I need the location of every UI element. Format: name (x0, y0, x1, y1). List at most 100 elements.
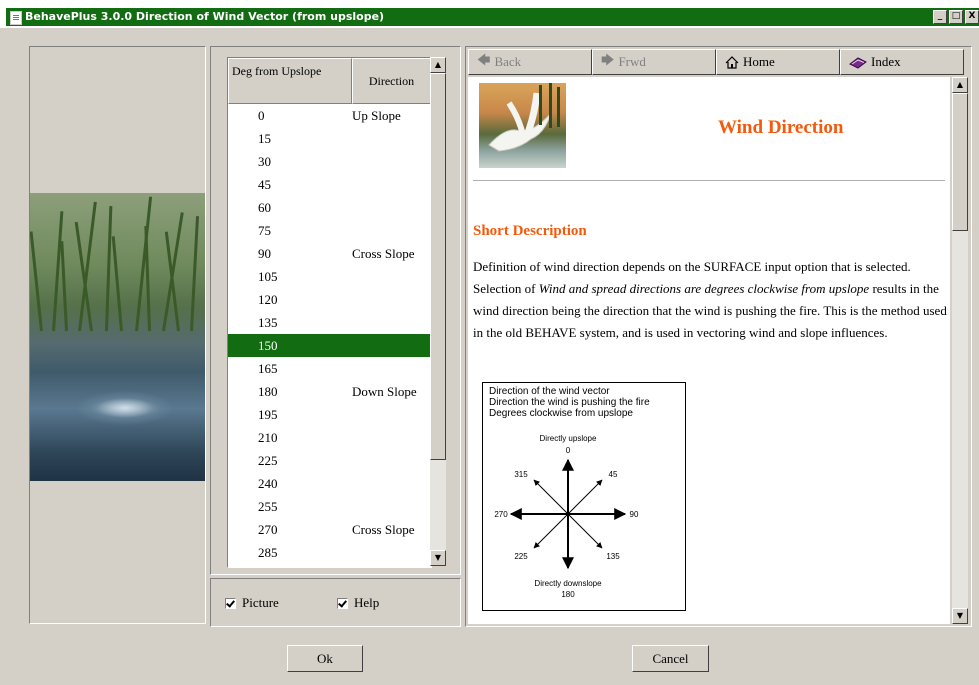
table-row[interactable]: 270 Cross Slope (228, 518, 431, 541)
table-row[interactable]: 45 (228, 173, 431, 196)
home-label: Home (743, 54, 775, 69)
direction-cell (352, 196, 431, 219)
direction-cell (352, 265, 431, 288)
help-scrollbar[interactable]: ▲ ▼ (952, 77, 968, 624)
picture-label: Picture (242, 595, 279, 610)
table-row[interactable]: 225 (228, 449, 431, 472)
help-checkbox[interactable]: Help (337, 595, 379, 611)
scroll-down-icon[interactable]: ▼ (952, 608, 968, 624)
deg-cell: 270 (258, 522, 278, 537)
table-row[interactable]: 90 Cross Slope (228, 242, 431, 265)
help-browser: 🡄 Back 🡆 Frwd Home Index Wind Direction … (465, 46, 972, 627)
deg-cell: 240 (258, 476, 278, 491)
cancel-button[interactable]: Cancel (632, 645, 709, 672)
angle-270-label: 270 (494, 510, 508, 519)
table-row[interactable]: 0 Up Slope (228, 104, 431, 127)
direction-cell (352, 334, 431, 357)
column-header-direction[interactable]: Direction (352, 58, 431, 104)
direction-cell (352, 219, 431, 242)
scroll-down-icon[interactable]: ▼ (430, 550, 446, 566)
options-panel: Picture Help (210, 578, 461, 627)
scroll-up-icon[interactable]: ▲ (430, 57, 446, 73)
table-row[interactable]: 210 (228, 426, 431, 449)
direction-cell (352, 357, 431, 380)
table-row[interactable]: 165 (228, 357, 431, 380)
direction-cell (352, 449, 431, 472)
upslope-label: Directly upslope (540, 434, 597, 443)
table-header: Deg from Upslope Direction (228, 58, 431, 104)
table-row[interactable]: 75 (228, 219, 431, 242)
picture-checkbox[interactable]: Picture (225, 595, 279, 611)
direction-cell (352, 426, 431, 449)
deg-cell: 285 (258, 545, 278, 560)
direction-cell (352, 403, 431, 426)
deg-cell: 210 (258, 430, 278, 445)
table-row[interactable]: 30 (228, 150, 431, 173)
direction-cell (352, 127, 431, 150)
angle-45-label: 45 (609, 470, 618, 479)
close-icon[interactable]: X (965, 10, 979, 24)
deg-cell: 60 (258, 200, 271, 215)
scroll-thumb[interactable] (430, 73, 446, 460)
scroll-thumb[interactable] (952, 93, 968, 231)
maximize-icon[interactable]: □ (949, 10, 963, 24)
app-document-icon (10, 11, 22, 25)
list-scrollbar[interactable]: ▲ ▼ (430, 57, 446, 566)
table-row[interactable]: 255 (228, 495, 431, 518)
home-button[interactable]: Home (716, 49, 840, 75)
title-bar-strip: BehavePlus 3.0.0 Direction of Wind Vecto… (6, 8, 979, 26)
table-row[interactable]: 285 (228, 541, 431, 564)
direction-cell (352, 541, 431, 564)
column-header-deg[interactable]: Deg from Upslope (228, 58, 352, 104)
swan-flying-image (479, 83, 566, 168)
forward-label: Frwd (618, 54, 646, 69)
divider (473, 180, 945, 181)
help-check-icon[interactable] (337, 597, 348, 609)
para-italic: Wind and spread directions are degrees c… (538, 281, 870, 296)
window-controls: _ □ X (933, 10, 979, 24)
deg-cell: 75 (258, 223, 271, 238)
deg-cell: 15 (258, 131, 271, 146)
table-row[interactable]: 135 (228, 311, 431, 334)
table-row[interactable]: 150 (228, 334, 431, 357)
minimize-icon[interactable]: _ (933, 10, 947, 24)
help-document: Wind Direction Short Description Definit… (468, 77, 950, 624)
table-row[interactable]: 60 (228, 196, 431, 219)
compass-diagram: Directly upslope 0 45 90 135 Directly do… (494, 434, 639, 599)
wetland-water-photo (30, 193, 205, 481)
direction-cell (352, 472, 431, 495)
picture-check-icon[interactable] (225, 597, 236, 609)
section-heading: Short Description (473, 223, 587, 239)
table-row[interactable]: 195 (228, 403, 431, 426)
table-row[interactable]: 240 (228, 472, 431, 495)
angle-180-label: 180 (561, 590, 575, 599)
table-row[interactable]: 180 Down Slope (228, 380, 431, 403)
help-title: Wind Direction (718, 117, 844, 138)
table-row[interactable]: 15 (228, 127, 431, 150)
table-row[interactable]: 120 (228, 288, 431, 311)
direction-cell: Cross Slope (352, 522, 415, 537)
direction-cell: Cross Slope (352, 246, 415, 261)
forward-button[interactable]: 🡆 Frwd (592, 49, 716, 75)
back-button[interactable]: 🡄 Back (468, 49, 592, 75)
back-label: Back (494, 54, 522, 69)
deg-cell: 45 (258, 177, 271, 192)
direction-cell: Down Slope (352, 384, 417, 399)
angle-315-label: 315 (514, 470, 528, 479)
downslope-label: Directly downslope (534, 579, 602, 588)
deg-cell: 105 (258, 269, 278, 284)
deg-cell: 195 (258, 407, 278, 422)
scroll-up-icon[interactable]: ▲ (952, 77, 968, 93)
table-row[interactable]: 105 (228, 265, 431, 288)
wind-vector-figure: Direction of the wind vector Direction t… (482, 382, 686, 611)
deg-cell: 120 (258, 292, 278, 307)
deg-cell: 255 (258, 499, 278, 514)
forward-arrow-icon: 🡆 (601, 52, 615, 67)
deg-cell: 90 (258, 246, 271, 261)
help-nav-bar: 🡄 Back 🡆 Frwd Home Index (468, 49, 968, 75)
ok-button[interactable]: Ok (287, 645, 363, 672)
index-button[interactable]: Index (840, 49, 964, 75)
deg-cell: 225 (258, 453, 278, 468)
back-arrow-icon: 🡄 (477, 52, 491, 67)
deg-cell: 165 (258, 361, 278, 376)
